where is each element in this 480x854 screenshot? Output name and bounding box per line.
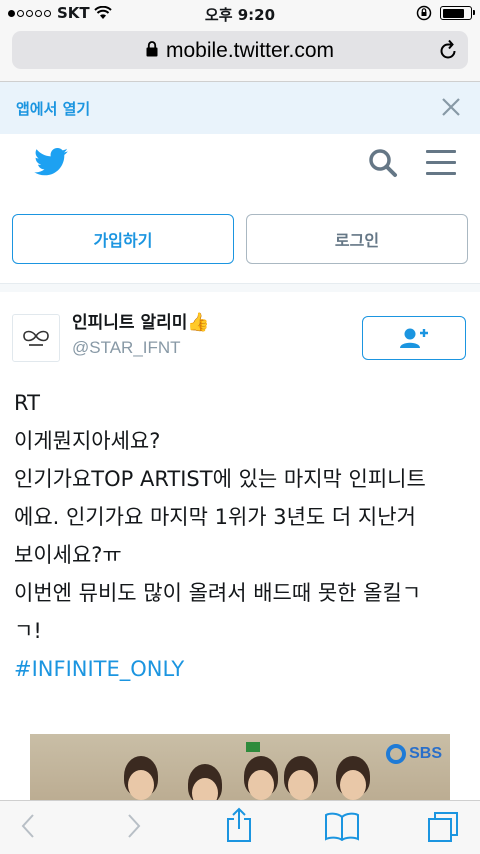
avatar[interactable] [12,314,60,362]
add-user-icon [400,328,428,348]
display-name-text: 인피니트 알리미 [72,313,188,333]
reload-icon[interactable] [438,39,458,61]
battery-icon [440,6,475,20]
status-time: 오후 9:20 [204,6,276,24]
tweet-line: RT [14,391,40,415]
display-name[interactable]: 인피니트 알리미👍 [72,308,210,333]
menu-icon[interactable] [426,150,456,183]
tabs-icon[interactable] [426,811,460,843]
signup-button[interactable]: 가입하기 [12,214,234,264]
tweet: 인피니트 알리미👍 @STAR_IFNT RT 이게뭔지아세요? 인기가요TOP… [0,284,480,800]
tweet-card: 인피니트 알리미👍 @STAR_IFNT RT 이게뭔지아세요? 인기가요TOP… [0,292,480,800]
user-handle[interactable]: @STAR_IFNT [72,338,181,358]
sbs-watermark: SBS [386,744,442,764]
tweet-line: 에요. 인기가요 마지막 1위가 3년도 더 지난거 [14,505,416,529]
auth-buttons: 가입하기 로그인 [0,196,480,284]
infinite-logo-icon [23,330,49,346]
bookmarks-icon[interactable] [324,811,360,841]
tweet-line: 보이세요?ㅠ [14,543,122,567]
follow-button[interactable] [362,316,466,360]
lock-icon [146,41,158,57]
url-text: mobile.twitter.com [165,39,335,62]
browser-url-bar: mobile.twitter.com [0,26,480,82]
open-in-app-link[interactable]: 앱에서 열기 [16,98,90,119]
tweet-line: 이게뭔지아세요? [14,429,161,453]
forward-icon[interactable] [124,811,144,841]
tweet-line: 인기가요TOP ARTIST에 있는 마지막 인피니트 [14,467,426,491]
exit-sign [246,742,260,752]
back-icon[interactable] [18,811,38,841]
search-icon[interactable] [368,148,398,178]
status-right [416,5,475,21]
orientation-lock-icon [416,5,432,21]
login-button[interactable]: 로그인 [246,214,468,264]
tweet-text: RT 이게뭔지아세요? 인기가요TOP ARTIST에 있는 마지막 인피니트 … [14,384,470,688]
share-icon[interactable] [224,807,254,843]
tweet-line: ㄱ! [14,619,42,643]
thumbs-up-icon: 👍 [187,312,210,333]
browser-toolbar [0,800,480,854]
hashtag-link[interactable]: #INFINITE_ONLY [14,650,470,688]
status-bar: SKT 오후 9:20 [0,0,480,26]
open-in-app-banner: 앱에서 열기 [0,82,480,134]
twitter-bird-icon[interactable] [34,148,68,176]
url-field[interactable]: mobile.twitter.com [12,31,468,69]
tweet-line: 이번엔 뮤비도 많이 올려서 배드때 못한 올킬ㄱ [14,581,422,605]
twitter-header [0,134,480,196]
close-icon[interactable] [440,96,462,118]
sbs-watermark-text: SBS [409,745,442,762]
tweet-media-image[interactable]: SBS [30,734,450,800]
